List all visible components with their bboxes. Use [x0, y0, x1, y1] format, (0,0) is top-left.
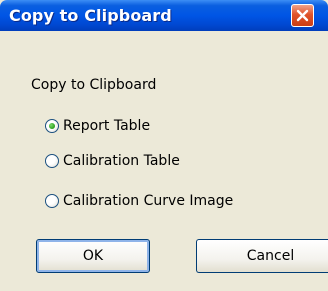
radio-button-selected[interactable] — [45, 119, 59, 133]
window-title: Copy to Clipboard — [9, 6, 172, 25]
radio-label-report-table[interactable]: Report Table — [63, 118, 150, 134]
radio-report-table[interactable]: Report Table — [45, 117, 150, 135]
radio-selected-dot — [49, 123, 55, 129]
radio-calibration-table[interactable]: Calibration Table — [45, 152, 180, 170]
close-icon — [296, 9, 309, 22]
radio-label-calibration-curve-image[interactable]: Calibration Curve Image — [63, 193, 233, 209]
radio-label-calibration-table[interactable]: Calibration Table — [63, 153, 180, 169]
radio-button[interactable] — [45, 154, 59, 168]
group-label: Copy to Clipboard — [31, 77, 157, 93]
ok-button[interactable]: OK — [36, 239, 150, 273]
radio-button[interactable] — [45, 194, 59, 208]
close-button[interactable] — [291, 4, 314, 27]
radio-calibration-curve-image[interactable]: Calibration Curve Image — [45, 192, 233, 210]
copy-to-clipboard-dialog: Copy to Clipboard Copy to Clipboard Repo… — [0, 0, 328, 291]
title-bar[interactable]: Copy to Clipboard — [0, 0, 328, 31]
cancel-button[interactable]: Cancel — [196, 239, 328, 273]
